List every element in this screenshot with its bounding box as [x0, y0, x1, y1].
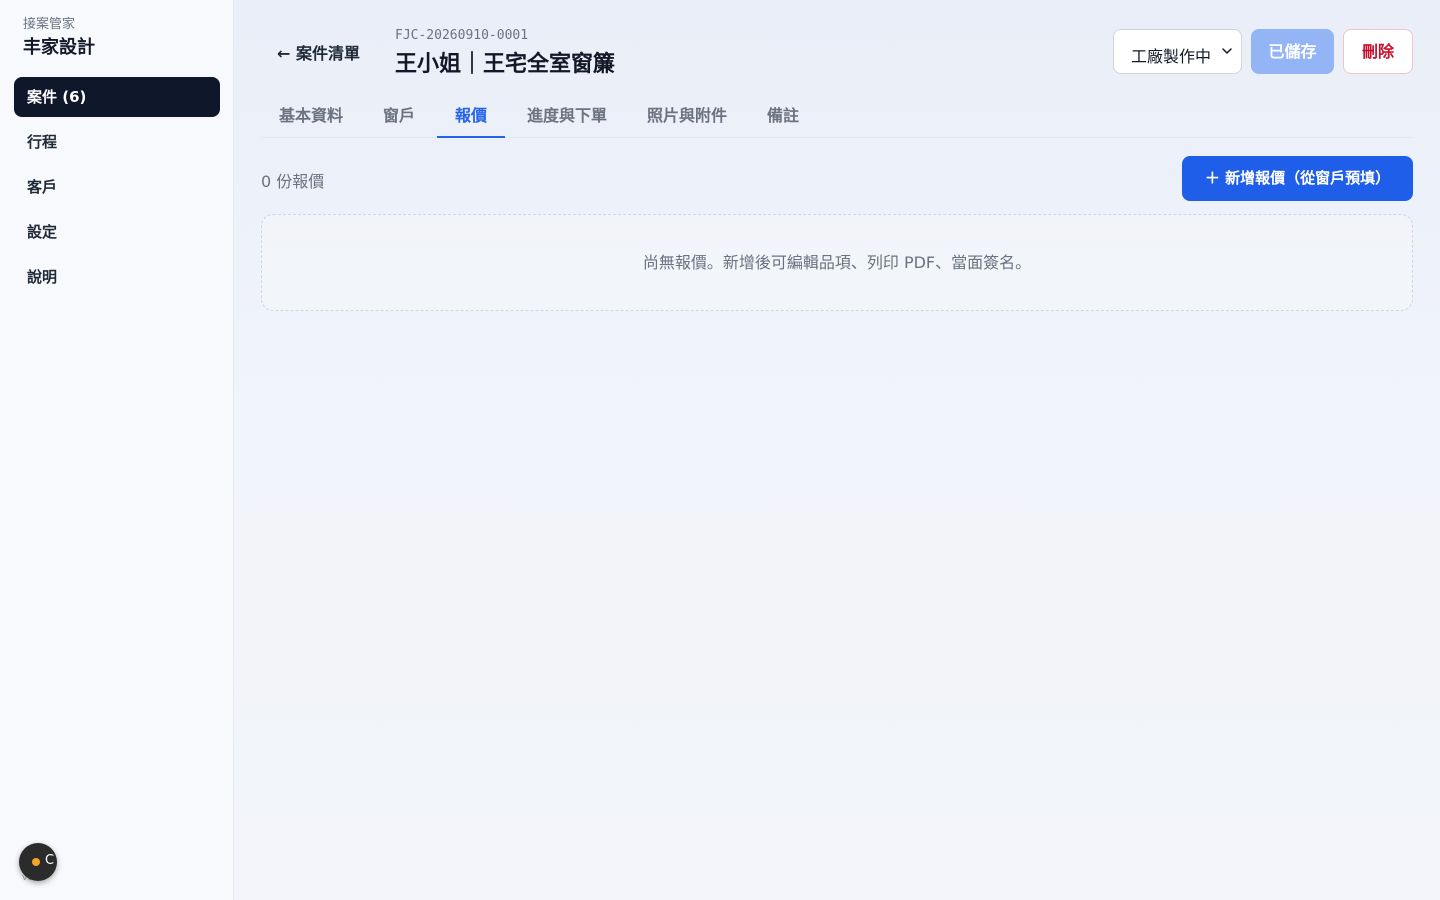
tab-quotes[interactable]: 報價 — [437, 94, 506, 138]
tab-photos-attachments[interactable]: 照片與附件 — [629, 94, 745, 137]
main-content: ← 案件清單 FJC-20260910-0001 王小姐｜王宅全室窗簾 工廠製作… — [234, 0, 1440, 900]
delete-button[interactable]: 刪除 — [1343, 29, 1413, 74]
tab-bar: 基本資料 窗戶 報價 進度與下單 照片與附件 備註 — [261, 94, 1413, 138]
sidebar-item-cases[interactable]: 案件 (6) — [14, 77, 220, 117]
case-id: FJC-20260910-0001 — [395, 28, 529, 43]
status-select-value: 工廠製作中 — [1131, 47, 1212, 66]
fab-letter: C — [45, 853, 55, 868]
brand-subtitle: 接案管家 — [23, 17, 76, 32]
tab-progress-orders[interactable]: 進度與下單 — [509, 94, 625, 137]
back-to-cases-link[interactable]: ← 案件清單 — [277, 40, 360, 64]
add-quote-button[interactable]: ＋ 新增報價（從窗戶預填） — [1182, 156, 1413, 201]
sidebar-nav: 案件 (6) 行程 客戶 設定 說明 — [14, 77, 220, 302]
saved-button[interactable]: 已儲存 — [1251, 29, 1334, 74]
status-select[interactable]: 工廠製作中 — [1113, 29, 1242, 74]
sidebar: 接案管家 丰家設計 案件 (6) 行程 客戶 設定 說明 v0.3 C — [0, 0, 234, 900]
tab-basic-info[interactable]: 基本資料 — [261, 94, 361, 137]
page-title: 王小姐｜王宅全室窗簾 — [395, 52, 616, 77]
sidebar-item-customers[interactable]: 客戶 — [14, 167, 220, 207]
sidebar-item-settings[interactable]: 設定 — [14, 212, 220, 252]
empty-quotes-placeholder: 尚無報價。新增後可編輯品項、列印 PDF、當面簽名。 — [261, 214, 1413, 311]
status-dot-icon — [32, 858, 40, 866]
quote-count: 0 份報價 — [261, 172, 325, 191]
tab-notes[interactable]: 備註 — [749, 94, 817, 137]
floating-assistant-button[interactable]: C — [19, 843, 57, 881]
tab-windows[interactable]: 窗戶 — [365, 94, 433, 137]
chevron-down-icon — [1222, 48, 1232, 54]
sidebar-item-help[interactable]: 說明 — [14, 257, 220, 297]
brand-title: 丰家設計 — [23, 37, 95, 58]
sidebar-item-schedule[interactable]: 行程 — [14, 122, 220, 162]
